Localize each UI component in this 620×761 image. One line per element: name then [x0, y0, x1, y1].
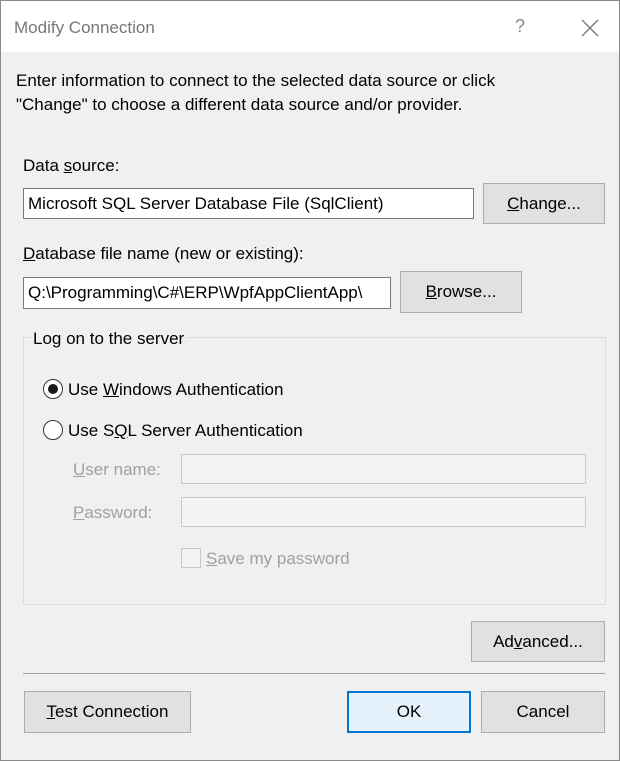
modify-connection-dialog: Modify Connection ? Enter information to…	[0, 0, 620, 761]
dialog-title: Modify Connection	[14, 18, 155, 37]
windows-auth-radio[interactable]	[43, 379, 63, 399]
test-connection-button[interactable]: Test Connection	[24, 691, 191, 733]
sql-auth-radio[interactable]	[43, 420, 63, 440]
close-icon[interactable]	[581, 19, 599, 37]
ok-button[interactable]: OK	[347, 691, 471, 733]
sql-auth-label[interactable]: Use SQL Server Authentication	[68, 421, 303, 441]
change-button[interactable]: Change...	[483, 183, 605, 224]
user-name-input[interactable]	[181, 454, 586, 484]
windows-auth-label[interactable]: Use Windows Authentication	[68, 380, 283, 400]
help-button[interactable]: ?	[515, 16, 525, 37]
password-input[interactable]	[181, 497, 586, 527]
database-file-input[interactable]: Q:\Programming\C#\ERP\WpfAppClientApp\	[23, 277, 391, 309]
title-bar: Modify Connection ?	[1, 1, 619, 52]
radio-selected-dot	[48, 384, 58, 394]
save-password-checkbox[interactable]	[181, 548, 201, 568]
data-source-field: Microsoft SQL Server Database File (SqlC…	[23, 188, 474, 219]
user-name-label: User name:	[73, 460, 161, 479]
intro-line-1: Enter information to connect to the sele…	[16, 71, 496, 90]
browse-button[interactable]: Browse...	[400, 271, 522, 313]
cancel-button[interactable]: Cancel	[481, 691, 605, 733]
password-label: Password:	[73, 503, 153, 522]
intro-line-2: "Change" to choose a different data sour…	[16, 95, 463, 114]
logon-group-title: Log on to the server	[31, 329, 187, 349]
intro-text: Enter information to connect to the sele…	[16, 69, 495, 117]
database-file-label: Database file name (new or existing):	[23, 244, 304, 263]
data-source-label: Data source:	[23, 156, 120, 175]
advanced-button[interactable]: Advanced...	[471, 621, 605, 662]
separator	[23, 673, 605, 674]
save-password-label[interactable]: Save my password	[206, 549, 350, 569]
